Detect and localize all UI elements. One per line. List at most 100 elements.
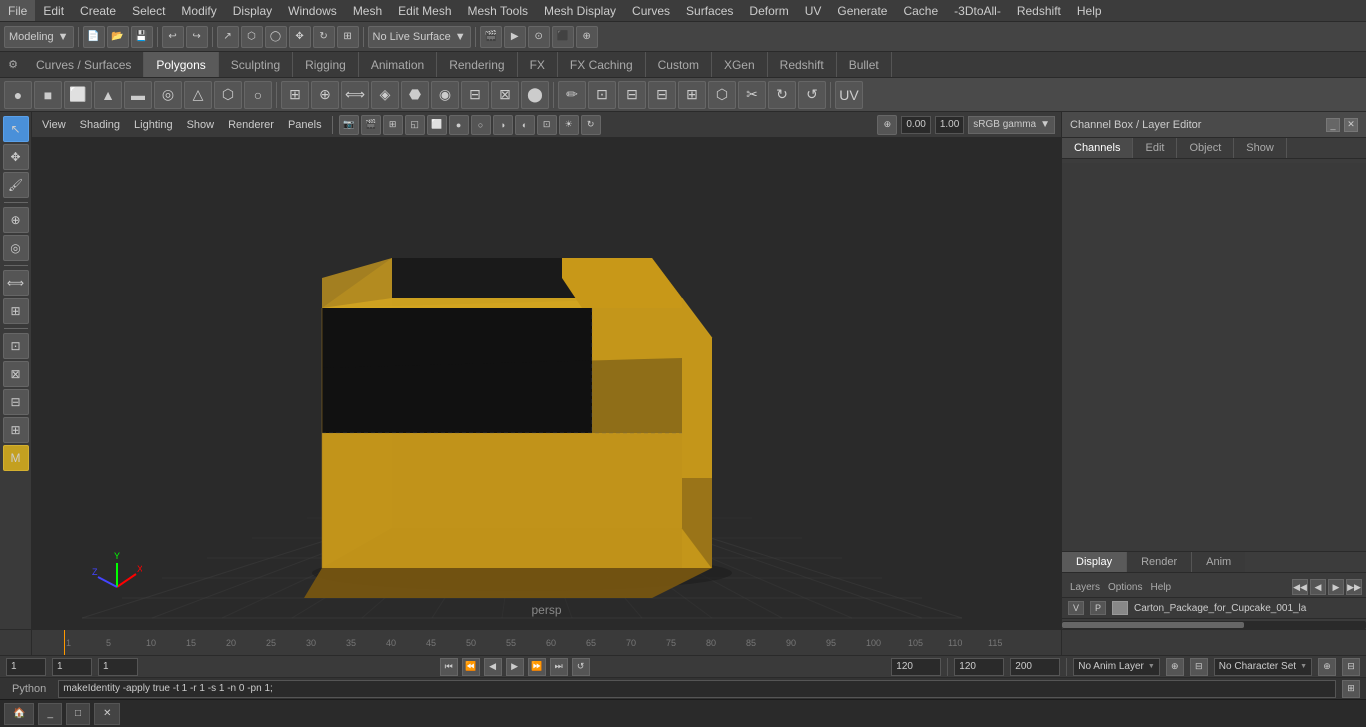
layer-color-btn[interactable] — [1112, 601, 1128, 615]
tab-redshift[interactable]: Redshift — [768, 52, 837, 77]
menu-surfaces[interactable]: Surfaces — [678, 0, 741, 21]
vp-menu-shading[interactable]: Shading — [76, 117, 124, 133]
undo-btn[interactable]: ↩ — [162, 26, 184, 48]
custom3-btn[interactable]: ⊟ — [3, 389, 29, 415]
python-input[interactable]: makeIdentity -apply true -t 1 -r 1 -s 1 … — [58, 680, 1336, 698]
shelf-insert-loop[interactable]: ⊡ — [588, 81, 616, 109]
taskbar-restore-btn[interactable]: □ — [66, 703, 90, 725]
shelf-boolean[interactable]: ⬣ — [401, 81, 429, 109]
lasso-tool-btn[interactable]: ⬡ — [241, 26, 263, 48]
render5-btn[interactable]: ⊕ — [576, 26, 598, 48]
maya-logo-btn[interactable]: M — [3, 445, 29, 471]
cb-tab-edit[interactable]: Edit — [1133, 138, 1177, 158]
vp-icon-grid[interactable]: ⊞ — [383, 115, 403, 135]
shelf-torus[interactable]: ◎ — [154, 81, 182, 109]
menu-mesh[interactable]: Mesh — [345, 0, 390, 21]
custom1-btn[interactable]: ⊡ — [3, 333, 29, 359]
scale-tool-btn[interactable]: ⊞ — [337, 26, 359, 48]
layers-scrollbar-thumb[interactable] — [1062, 622, 1244, 628]
layer-back-btn[interactable]: ◀ — [1310, 579, 1326, 595]
taskbar-close-btn[interactable]: ✕ — [94, 703, 120, 725]
shelf-subdivide[interactable]: ⊞ — [281, 81, 309, 109]
anim-layer-btn2[interactable]: ⊟ — [1190, 658, 1208, 676]
menu-3dtoall[interactable]: -3DtoAll- — [946, 0, 1009, 21]
play-back-btn[interactable]: ◀ — [484, 658, 502, 676]
tab-animation[interactable]: Animation — [359, 52, 437, 77]
menu-create[interactable]: Create — [72, 0, 124, 21]
soft-select-btn[interactable]: ◎ — [3, 235, 29, 261]
render-btn[interactable]: 🎬 — [480, 26, 502, 48]
gamma-dropdown[interactable]: sRGB gamma ▼ — [968, 116, 1055, 134]
select-mode-btn[interactable]: ↖ — [3, 116, 29, 142]
menu-deform[interactable]: Deform — [741, 0, 796, 21]
shelf-offset-loop[interactable]: ⊟ — [618, 81, 646, 109]
tab-sculpting[interactable]: Sculpting — [219, 52, 293, 77]
vp-icon-sel[interactable]: ◱ — [405, 115, 425, 135]
shelf-plane[interactable]: ▬ — [124, 81, 152, 109]
cb-tab-channels[interactable]: Channels — [1062, 138, 1133, 158]
shelf-fill-hole[interactable]: ⬤ — [521, 81, 549, 109]
shelf-extrude[interactable]: ⊟ — [461, 81, 489, 109]
menu-uv[interactable]: UV — [797, 0, 830, 21]
playback-end-field[interactable]: 200 — [1010, 658, 1060, 676]
shelf-slide-edge[interactable]: ⊞ — [678, 81, 706, 109]
anim-tab[interactable]: Anim — [1192, 552, 1245, 572]
viewport-canvas[interactable]: X Y Z persp — [32, 138, 1061, 629]
custom4-btn[interactable]: ⊞ — [3, 417, 29, 443]
vp-icon-shading3[interactable]: ◑ — [493, 115, 513, 135]
taskbar-minimize-btn[interactable]: _ — [38, 703, 62, 725]
menu-help[interactable]: Help — [1069, 0, 1110, 21]
vp-icon-shading1[interactable]: ● — [449, 115, 469, 135]
vp-icon-pts[interactable]: ⬜ — [427, 115, 447, 135]
frame-step-field[interactable]: 1 — [98, 658, 138, 676]
menu-redshift[interactable]: Redshift — [1009, 0, 1069, 21]
char-set-btn1[interactable]: ⊕ — [1318, 658, 1336, 676]
layers-menu-options[interactable]: Options — [1104, 581, 1146, 594]
shelf-mirror[interactable]: ⟺ — [341, 81, 369, 109]
rotate-tool-btn[interactable]: ↻ — [313, 26, 335, 48]
menu-generate[interactable]: Generate — [829, 0, 895, 21]
shelf-multi-cut[interactable]: ✂ — [738, 81, 766, 109]
shelf-extract[interactable]: ◈ — [371, 81, 399, 109]
layers-scrollbar[interactable] — [1062, 621, 1366, 629]
menu-curves[interactable]: Curves — [624, 0, 678, 21]
tab-fx-caching[interactable]: FX Caching — [558, 52, 646, 77]
rp-minimize-btn[interactable]: _ — [1326, 118, 1340, 132]
shelf-smooth[interactable]: ◉ — [431, 81, 459, 109]
paint-select-btn[interactable]: 🖌 — [3, 172, 29, 198]
menu-windows[interactable]: Windows — [280, 0, 345, 21]
symmetry-btn[interactable]: ⟺ — [3, 270, 29, 296]
new-scene-btn[interactable]: 📄 — [83, 26, 105, 48]
tab-xgen[interactable]: XGen — [712, 52, 768, 77]
move-tool-btn[interactable]: ✥ — [289, 26, 311, 48]
cb-tab-show[interactable]: Show — [1234, 138, 1287, 158]
shelf-pyramid[interactable]: △ — [184, 81, 212, 109]
vp-icon-film[interactable]: 🎬 — [361, 115, 381, 135]
shelf-combine[interactable]: ⊕ — [311, 81, 339, 109]
workspace-dropdown[interactable]: Modeling ▼ — [4, 26, 74, 48]
layers-menu-layers[interactable]: Layers — [1066, 581, 1104, 594]
tab-polygons[interactable]: Polygons — [144, 52, 218, 77]
layer-vis-btn[interactable]: V — [1068, 601, 1084, 615]
shelf-connect[interactable]: ⊟ — [648, 81, 676, 109]
menu-cache[interactable]: Cache — [895, 0, 946, 21]
render4-btn[interactable]: ⬛ — [552, 26, 574, 48]
open-scene-btn[interactable]: 📂 — [107, 26, 129, 48]
transform-mode-btn[interactable]: ✥ — [3, 144, 29, 170]
frame-current-field[interactable]: 1 — [52, 658, 92, 676]
scale-field[interactable]: 1.00 — [935, 116, 964, 134]
menu-select[interactable]: Select — [124, 0, 173, 21]
menu-display[interactable]: Display — [225, 0, 280, 21]
shelf-prism[interactable]: ⬡ — [214, 81, 242, 109]
vp-icon-wire[interactable]: ⊡ — [537, 115, 557, 135]
play-fwd-btn[interactable]: ▶ — [506, 658, 524, 676]
tab-rendering[interactable]: Rendering — [437, 52, 517, 77]
tab-rigging[interactable]: Rigging — [293, 52, 359, 77]
layer-playback-btn[interactable]: P — [1090, 601, 1106, 615]
taskbar-home-btn[interactable]: 🏠 — [4, 703, 34, 725]
shelf-spin-edge[interactable]: ↻ — [768, 81, 796, 109]
shelf-flip-edge[interactable]: ↺ — [798, 81, 826, 109]
vp-icon-aa[interactable]: ↻ — [581, 115, 601, 135]
menu-edit-mesh[interactable]: Edit Mesh — [390, 0, 459, 21]
vp-icon-shading4[interactable]: ◐ — [515, 115, 535, 135]
